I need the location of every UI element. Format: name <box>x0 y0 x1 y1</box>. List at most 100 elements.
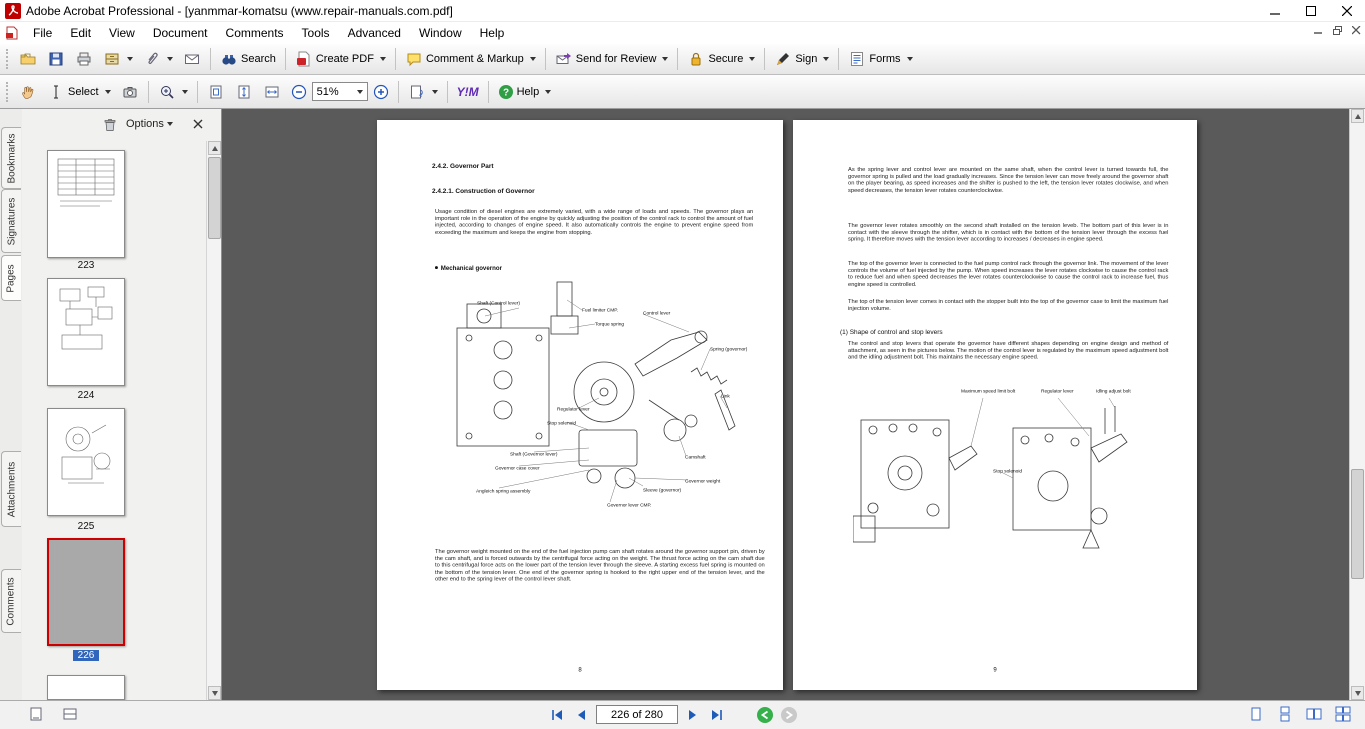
open-button[interactable] <box>14 47 42 71</box>
close-panel-button[interactable] <box>192 118 204 130</box>
menu-view[interactable]: View <box>100 22 144 44</box>
thumbnail-label-224[interactable]: 224 <box>47 390 125 401</box>
doc-minimize-icon[interactable] <box>1314 26 1323 35</box>
menu-window[interactable]: Window <box>410 22 471 44</box>
sign-button[interactable]: Sign <box>769 47 834 71</box>
page-number-input[interactable]: 226 of 280 <box>596 705 678 724</box>
dropdown-caret <box>749 57 755 61</box>
tab-bookmarks[interactable]: Bookmarks <box>1 127 21 189</box>
search-button[interactable]: Search <box>215 47 281 71</box>
help-icon: ? <box>498 84 514 100</box>
scroll-up-icon[interactable] <box>1351 109 1364 123</box>
secure-button[interactable]: Secure <box>682 47 760 71</box>
scrollbar-thumb[interactable] <box>208 157 221 239</box>
menu-file[interactable]: File <box>24 22 61 44</box>
tab-attachments[interactable]: Attachments <box>1 451 21 527</box>
create-pdf-button[interactable]: Create PDF <box>290 47 391 71</box>
forms-button[interactable]: Forms <box>843 47 917 71</box>
fit-page-button[interactable] <box>230 80 258 104</box>
page-thumbnail-223[interactable] <box>47 150 125 258</box>
help-button[interactable]: ?Help <box>493 80 557 104</box>
save-button[interactable] <box>42 47 70 71</box>
minimize-button[interactable] <box>1257 0 1293 21</box>
print-button[interactable] <box>70 47 98 71</box>
pages-panel-scrollbar[interactable] <box>206 141 221 700</box>
scroll-up-icon[interactable] <box>208 141 221 155</box>
scroll-down-icon[interactable] <box>208 686 221 700</box>
tab-signatures-label: Signatures <box>6 197 17 245</box>
zoom-in-button[interactable] <box>368 80 394 104</box>
fit-page-icon <box>235 83 253 101</box>
diagram-label: Spring (governor) <box>710 346 747 352</box>
attach-button[interactable] <box>138 47 178 71</box>
toolbar-separator <box>210 48 211 70</box>
scrollbar-thumb[interactable] <box>1351 469 1364 579</box>
navigation-tab-strip: Bookmarks Signatures Pages Attachments C… <box>0 109 22 700</box>
next-page-button[interactable] <box>684 706 702 724</box>
scroll-down-icon[interactable] <box>1351 686 1364 700</box>
organizer-button[interactable] <box>98 47 138 71</box>
thumbnail-label-225[interactable]: 225 <box>47 521 125 532</box>
continuous-view-icon[interactable] <box>1277 706 1293 722</box>
document-scrollbar[interactable] <box>1349 109 1365 700</box>
page-size-icon[interactable] <box>28 706 44 722</box>
select-tool-button[interactable]: Select <box>42 80 116 104</box>
previous-page-button[interactable] <box>572 706 590 724</box>
zoom-tool-button[interactable] <box>153 80 193 104</box>
delete-pages-button[interactable] <box>102 117 118 133</box>
page-thumbnail-226-selected[interactable] <box>47 538 125 646</box>
menu-advanced[interactable]: Advanced <box>339 22 410 44</box>
menu-comments[interactable]: Comments <box>217 22 293 44</box>
options-menu-button[interactable]: Options <box>126 118 173 130</box>
snapshot-tool-button[interactable] <box>116 80 144 104</box>
dropdown-caret <box>127 57 133 61</box>
comment-markup-button[interactable]: Comment & Markup <box>400 47 541 71</box>
diagram-label: Link <box>721 393 730 399</box>
dropdown-caret <box>907 57 913 61</box>
doc-close-icon[interactable] <box>1352 26 1361 35</box>
levers-diagram <box>853 398 1145 566</box>
split-view-icon[interactable] <box>62 706 78 722</box>
single-page-view-icon[interactable] <box>1248 706 1264 722</box>
document-viewport[interactable]: 2.4.2. Governor Part 2.4.2.1. Constructi… <box>222 109 1349 700</box>
toolbar-separator <box>838 48 839 70</box>
page-indicator: 226 of 280 <box>611 709 663 721</box>
yahoo-messenger-button[interactable]: Y!M <box>452 80 484 104</box>
zoom-level-input[interactable]: 51% <box>312 82 368 101</box>
zoom-out-button[interactable] <box>286 80 312 104</box>
page-display-button[interactable] <box>403 80 443 104</box>
next-view-button[interactable] <box>780 706 798 724</box>
menu-edit[interactable]: Edit <box>61 22 100 44</box>
tab-pages-label: Pages <box>6 264 17 292</box>
last-page-button[interactable] <box>708 706 726 724</box>
fit-width-button[interactable] <box>258 80 286 104</box>
send-for-review-button[interactable]: Send for Review <box>550 47 674 71</box>
toolbar-separator <box>447 81 448 103</box>
toolbar-separator <box>677 48 678 70</box>
close-button[interactable] <box>1329 0 1365 21</box>
page-thumbnail-224[interactable] <box>47 278 125 386</box>
first-page-button[interactable] <box>548 706 566 724</box>
facing-view-icon[interactable] <box>1306 706 1322 722</box>
tab-pages[interactable]: Pages <box>1 255 21 301</box>
tab-comments[interactable]: Comments <box>1 569 21 633</box>
page-thumbnail-225[interactable] <box>47 408 125 516</box>
menu-tools[interactable]: Tools <box>293 22 339 44</box>
thumbnail-label-223[interactable]: 223 <box>47 260 125 271</box>
menu-document[interactable]: Document <box>144 22 217 44</box>
titlebar: Adobe Acrobat Professional - [yanmmar-ko… <box>0 0 1365 22</box>
toolbar-separator <box>285 48 286 70</box>
menu-help[interactable]: Help <box>471 22 514 44</box>
previous-view-button[interactable] <box>756 706 774 724</box>
actual-size-button[interactable] <box>202 80 230 104</box>
page-thumbnail-partial[interactable] <box>47 675 125 700</box>
email-button[interactable] <box>178 47 206 71</box>
maximize-button[interactable] <box>1293 0 1329 21</box>
diagram-label: Regulator lever <box>557 406 590 412</box>
tab-signatures[interactable]: Signatures <box>1 189 21 253</box>
doc-restore-icon[interactable] <box>1333 26 1342 35</box>
hand-tool-button[interactable] <box>14 80 42 104</box>
continuous-facing-view-icon[interactable] <box>1335 706 1351 722</box>
thumbnail-223-preview <box>48 151 124 257</box>
thumbnail-label-226[interactable]: 226 <box>47 650 125 661</box>
